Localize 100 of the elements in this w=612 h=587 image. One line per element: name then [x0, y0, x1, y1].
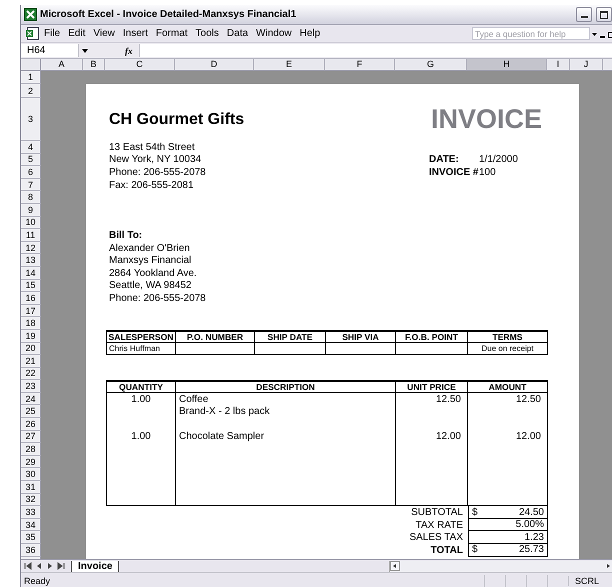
table-header: UNIT PRICE	[396, 380, 468, 393]
bill-to-line: 2864 Yookland Ave.	[108, 268, 198, 279]
total-label: SUBTOTAL	[410, 507, 464, 518]
column-header[interactable]: J	[570, 59, 603, 70]
last-sheet-icon[interactable]	[57, 562, 65, 570]
bill-to-label: Bill To:	[108, 230, 144, 241]
table-cell-text: Coffee	[178, 394, 210, 405]
row-header[interactable]: 1	[21, 71, 41, 84]
address-line: Phone: 206-555-2078	[108, 166, 207, 178]
table-cell-text: 12.50	[434, 394, 462, 405]
maximize-icon	[600, 10, 608, 18]
scroll-left-icon[interactable]	[390, 561, 400, 571]
menu-item[interactable]: Tools	[192, 27, 223, 40]
table-cell-text: 12.00	[434, 431, 462, 442]
field-label: INVOICE #	[429, 166, 479, 178]
minimize-button[interactable]	[576, 7, 592, 22]
row-header[interactable]: 32	[21, 494, 41, 506]
row-header[interactable]: 16	[21, 292, 41, 305]
table-header: TERMS	[468, 330, 548, 342]
row-header[interactable]: 34	[21, 518, 41, 532]
row-header[interactable]: 10	[21, 216, 41, 230]
name-box[interactable]: H64	[21, 44, 79, 57]
menu-item[interactable]: Help	[296, 27, 324, 40]
row-header[interactable]: 3	[21, 98, 41, 141]
menu-item[interactable]: Insert	[118, 27, 152, 40]
insert-function-button[interactable]: fx	[125, 46, 132, 56]
total-value: 5.00%	[516, 519, 544, 530]
row-header[interactable]: 26	[21, 418, 41, 431]
column-header[interactable]: H	[467, 59, 547, 70]
row-header[interactable]: 13	[21, 254, 41, 267]
address-line: Fax: 206-555-2081	[108, 180, 195, 191]
row-header[interactable]: 36	[21, 544, 41, 557]
help-search-field[interactable]: Type a question for help	[472, 27, 590, 40]
menu-item[interactable]: Data	[222, 27, 252, 40]
row-header[interactable]: 22	[21, 368, 41, 380]
column-header[interactable]: C	[105, 59, 175, 70]
column-header[interactable]: A	[41, 59, 83, 70]
column-header[interactable]: D	[175, 59, 254, 70]
row-header[interactable]: 30	[21, 468, 41, 482]
row-header[interactable]: 27	[21, 430, 41, 444]
row-header[interactable]: 20	[21, 342, 41, 356]
column-header[interactable]: E	[254, 59, 325, 70]
table-cell-text: Chocolate Sampler	[178, 431, 266, 442]
row-header[interactable]: 29	[21, 456, 41, 468]
field-label: DATE:	[429, 154, 460, 166]
formula-field[interactable]	[138, 44, 612, 57]
column-header[interactable]: F	[325, 59, 395, 70]
row-header[interactable]: 35	[21, 531, 41, 544]
row-header[interactable]: 2	[21, 84, 41, 98]
total-label: TAX RATE	[414, 520, 464, 531]
row-header[interactable]: 18	[21, 317, 41, 330]
sheet-tab[interactable]: Invoice	[71, 560, 120, 572]
row-header[interactable]: 28	[21, 443, 41, 456]
menu-item[interactable]: Format	[152, 27, 192, 40]
column-header[interactable]: B	[83, 59, 105, 70]
previous-sheet-icon[interactable]	[35, 562, 43, 570]
table-cell-text: 12.50	[514, 394, 542, 405]
menu-item[interactable]: View	[89, 27, 119, 40]
horizontal-scrollbar[interactable]	[389, 560, 612, 572]
address-line: 13 East 54th Street	[108, 142, 196, 153]
total-label: TOTAL	[430, 544, 464, 556]
row-header[interactable]: 5	[21, 154, 41, 166]
row-header[interactable]: 19	[21, 330, 41, 342]
row-header[interactable]: 4	[21, 141, 41, 154]
status-indicator: SCRL	[568, 576, 612, 586]
currency-sign: $	[472, 544, 478, 556]
address-line: New York, NY 10034	[108, 154, 202, 166]
row-header[interactable]: 12	[21, 242, 41, 254]
column-header[interactable]: I	[547, 59, 570, 70]
first-sheet-icon[interactable]	[24, 562, 32, 570]
menu-item[interactable]: File	[40, 27, 64, 40]
menu-item[interactable]: Edit	[64, 27, 90, 40]
spreadsheet-icon	[24, 8, 37, 21]
window-title: Microsoft Excel - Invoice Detailed-Manxsys Financial1	[40, 9, 298, 20]
row-header[interactable]: 17	[21, 304, 41, 318]
row-header[interactable]: 21	[21, 355, 41, 368]
row-header[interactable]: 24	[21, 392, 41, 406]
row-header[interactable]: 31	[21, 481, 41, 494]
table-header: SHIP VIA	[326, 330, 396, 342]
maximize-button[interactable]	[596, 7, 612, 22]
total-value: 24.50	[518, 506, 544, 518]
row-header[interactable]: 25	[21, 405, 41, 418]
next-sheet-icon[interactable]	[46, 562, 54, 570]
row-header[interactable]: 8	[21, 191, 41, 204]
row-header[interactable]: 6	[21, 166, 41, 179]
table-cell-text: Brand-X - 2 lbs pack	[178, 406, 271, 418]
field-value: 1/1/2000	[479, 154, 518, 166]
workbook-icon[interactable]	[26, 27, 40, 40]
row-header[interactable]: 11	[21, 229, 41, 242]
row-header[interactable]: 7	[21, 178, 41, 192]
bill-to-line: Seattle, WA 98452	[108, 280, 192, 292]
table-cell	[255, 342, 326, 356]
row-header[interactable]: 15	[21, 280, 41, 292]
row-header[interactable]: 23	[21, 380, 41, 393]
menu-item[interactable]: Window	[252, 27, 296, 40]
row-header[interactable]: 14	[21, 266, 41, 280]
row-header[interactable]: 9	[21, 204, 41, 217]
row-header[interactable]: 33	[21, 506, 41, 519]
table-cell: Due on receipt	[481, 344, 534, 353]
total-label: SALES TAX	[408, 532, 464, 544]
